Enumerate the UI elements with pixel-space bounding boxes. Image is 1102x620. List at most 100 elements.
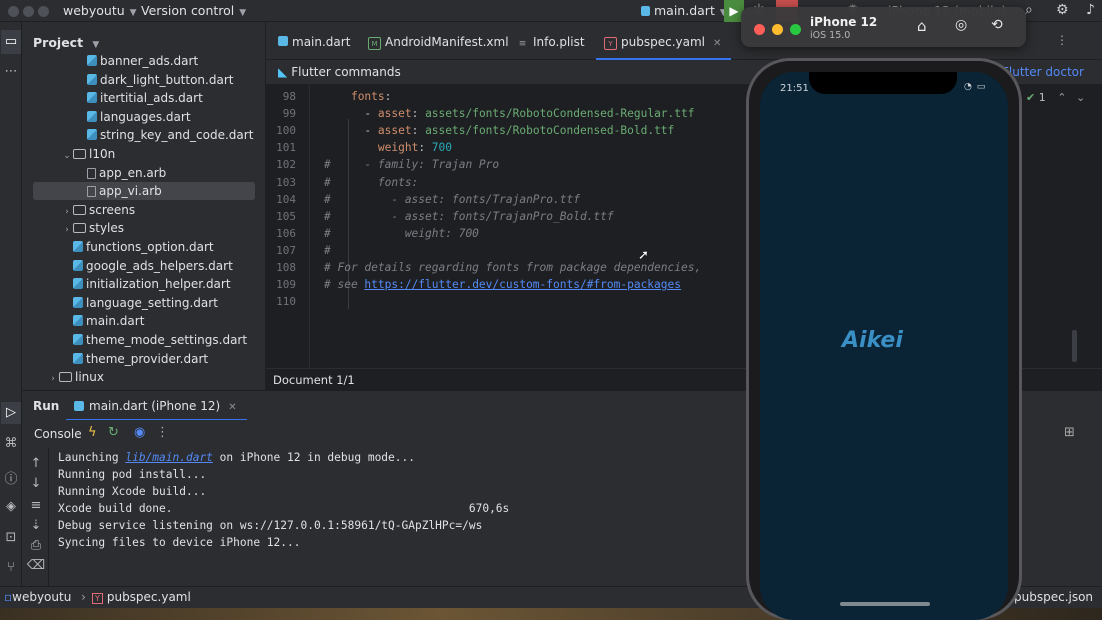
editor-scrollbar[interactable]	[1072, 330, 1077, 362]
more-tools-icon[interactable]: ⋯	[1, 64, 21, 79]
tree-item[interactable]: › styles	[33, 219, 255, 237]
simulator-close-button[interactable]	[754, 24, 765, 35]
project-tool-folder-icon[interactable]: ▭	[1, 30, 21, 54]
code-line[interactable]: fonts:	[324, 90, 391, 103]
problems-icon[interactable]: ⓘ	[1, 468, 21, 487]
more-options-icon[interactable]: ⋮	[156, 425, 169, 440]
line-number: 101	[276, 141, 296, 155]
tree-item[interactable]: app_en.arb	[33, 164, 255, 182]
simulator-minimize-button[interactable]	[772, 24, 783, 35]
tree-item-label: app_en.arb	[99, 165, 167, 180]
hot-restart-icon[interactable]: ↻	[108, 425, 119, 440]
rotate-device-icon[interactable]: ⟲	[991, 17, 1003, 33]
tab-pubspec-yaml[interactable]: Ypubspec.yaml ✕	[596, 22, 732, 60]
tree-item[interactable]: languages.dart	[33, 108, 255, 126]
folder-icon	[73, 223, 86, 234]
folder-icon	[59, 372, 72, 383]
tab-android-manifest[interactable]: M AndroidManifest.xml	[368, 22, 509, 60]
close-icon[interactable]: ✕	[713, 38, 721, 49]
console-tab[interactable]: Console	[34, 427, 82, 441]
run-config-selector[interactable]: main.dart▼	[641, 3, 727, 18]
console-line: Running Xcode build...	[58, 485, 206, 498]
chevron-right-icon[interactable]: ›	[61, 221, 73, 239]
dart-file-icon	[87, 129, 97, 141]
vcs-menu[interactable]: Version control ▼	[141, 3, 246, 18]
chevron-right-icon[interactable]: ›	[47, 370, 59, 388]
scroll-down-arrow-icon[interactable]: ↓	[26, 476, 46, 491]
devtools-icon[interactable]: ◉	[134, 425, 145, 440]
tree-item[interactable]: functions_option.dart	[33, 238, 255, 256]
tree-item[interactable]: google_ads_helpers.dart	[33, 257, 255, 275]
console-line: Syncing files to device iPhone 12...	[58, 536, 300, 549]
status-project-breadcrumb[interactable]: ▫webyoutu › Ypubspec.yaml	[4, 590, 191, 604]
flutter-commands-button[interactable]: ◣ Flutter commands	[278, 65, 401, 79]
chevron-down-icon[interactable]: ⌄	[61, 147, 73, 165]
code-line[interactable]: # - family: Trajan Pro	[324, 158, 499, 171]
console-actions-strip: ↑ ↓ ≡ ⇣ ⎙ ⌫	[22, 448, 49, 586]
screenshot-camera-icon[interactable]: ◎	[955, 17, 967, 33]
code-line[interactable]: weight: 700	[324, 141, 452, 154]
more-options-icon[interactable]: ⋮	[1056, 33, 1068, 47]
tab-label: Info.plist	[533, 35, 585, 49]
dart-analysis-icon[interactable]: ◈	[1, 499, 21, 514]
trash-icon[interactable]: ⌫	[26, 558, 46, 573]
tree-item[interactable]: banner_ads.dart	[33, 52, 255, 70]
code-line[interactable]: - asset: assets/fonts/RobotoCondensed-Re…	[324, 107, 694, 120]
window-minimize-button[interactable]	[23, 6, 34, 17]
terminal-icon[interactable]: ⊡	[1, 530, 21, 545]
tree-item[interactable]: theme_mode_settings.dart	[33, 331, 255, 349]
chevron-right-icon[interactable]: ›	[61, 203, 73, 221]
tree-item[interactable]: main.dart	[33, 312, 255, 330]
tree-item[interactable]: › linux	[33, 368, 255, 386]
scroll-to-end-icon[interactable]: ⇣	[26, 518, 46, 533]
mouse-cursor-icon: ➚	[638, 248, 649, 263]
tree-item-label: banner_ads.dart	[100, 54, 199, 68]
window-zoom-button[interactable]	[38, 6, 49, 17]
inspection-widget[interactable]: ✔ 1 ⌃ ⌄	[1026, 91, 1085, 104]
tree-item[interactable]: string_key_and_code.dart	[33, 126, 255, 144]
code-line[interactable]: # fonts:	[324, 176, 418, 189]
code-line[interactable]: # see https://flutter.dev/custom-fonts/#…	[324, 278, 681, 291]
scroll-up-arrow-icon[interactable]: ↑	[26, 456, 46, 471]
simulator-zoom-button[interactable]	[790, 24, 801, 35]
chevron-up-icon[interactable]: ⌃	[1057, 91, 1066, 104]
tree-item[interactable]: itertitial_ads.dart	[33, 89, 255, 107]
project-panel-header[interactable]: Project ▼	[33, 35, 99, 50]
window-close-button[interactable]	[8, 6, 19, 17]
tree-item[interactable]: app_vi.arb	[33, 182, 255, 201]
tree-item[interactable]: ⌄ l10n	[33, 145, 255, 163]
run-tab-main-dart[interactable]: main.dart (iPhone 12) ✕	[66, 391, 247, 421]
code-line[interactable]: #	[324, 244, 331, 257]
status-right-file[interactable]: pubspec.json	[1014, 590, 1093, 604]
home-icon[interactable]: ⌂	[917, 17, 927, 35]
flutter-inspector-icon[interactable]: ⌘	[1, 436, 21, 451]
flutter-commands-label: Flutter commands	[291, 65, 401, 79]
tab-main-dart[interactable]: main.dart	[278, 22, 350, 60]
tab-info-plist[interactable]: ≡ Info.plist	[516, 22, 585, 60]
hot-reload-icon[interactable]: ϟ	[88, 425, 97, 440]
soft-wrap-icon[interactable]: ≡	[26, 498, 46, 513]
project-switcher[interactable]: webyoutu ▼	[63, 3, 137, 18]
tree-item[interactable]: initialization_helper.dart	[33, 275, 255, 293]
tree-item[interactable]: language_setting.dart	[33, 294, 255, 312]
code-line[interactable]: # - asset: fonts/TrajanPro_Bold.ttf	[324, 210, 614, 223]
code-line[interactable]: # weight: 700	[324, 227, 479, 240]
console-file-link[interactable]: lib/main.dart	[125, 451, 213, 464]
tree-item[interactable]: dark_light_button.dart	[33, 71, 255, 89]
print-icon[interactable]: ⎙	[26, 538, 46, 553]
layout-toggle-icon[interactable]: ⊞	[1064, 425, 1075, 440]
tree-item[interactable]: theme_provider.dart	[33, 350, 255, 368]
code-line[interactable]: # - asset: fonts/TrajanPro.ttf	[324, 193, 580, 206]
settings-gear-icon[interactable]: ⚙	[1056, 2, 1069, 18]
tree-item[interactable]: › screens	[33, 201, 255, 219]
git-branch-icon[interactable]: ⑂	[1, 560, 21, 575]
close-icon[interactable]: ✕	[228, 402, 236, 413]
run-tool-icon[interactable]: ▷	[1, 402, 21, 424]
search-icon[interactable]: ⌕	[1025, 2, 1033, 18]
code-line[interactable]: - asset: assets/fonts/RobotoCondensed-Bo…	[324, 124, 674, 137]
chevron-down-icon[interactable]: ⌄	[1076, 91, 1085, 104]
line-number: 100	[276, 124, 296, 138]
iphone-screen[interactable]: 21:51 ◔ ▭ Aikei	[760, 72, 1008, 620]
notifications-bell-icon[interactable]: ♪	[1086, 2, 1095, 18]
tree-item-label: theme_mode_settings.dart	[86, 333, 248, 347]
